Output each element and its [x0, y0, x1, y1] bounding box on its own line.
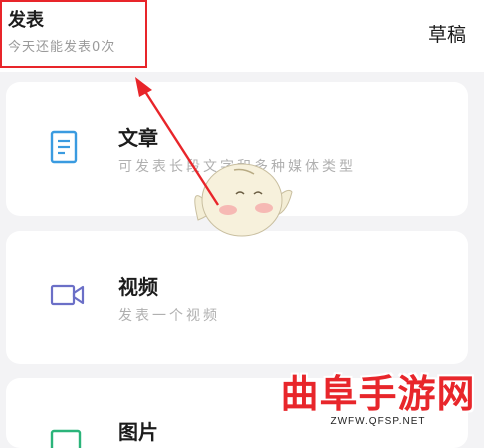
watermark-url: ZWFW.QFSP.NET: [330, 416, 426, 427]
annotation-arrow: [135, 77, 220, 206]
site-watermark: 曲阜手游网 ZWFW.QFSP.NET: [278, 372, 478, 427]
watermark-text: 曲阜手游网: [280, 372, 476, 416]
